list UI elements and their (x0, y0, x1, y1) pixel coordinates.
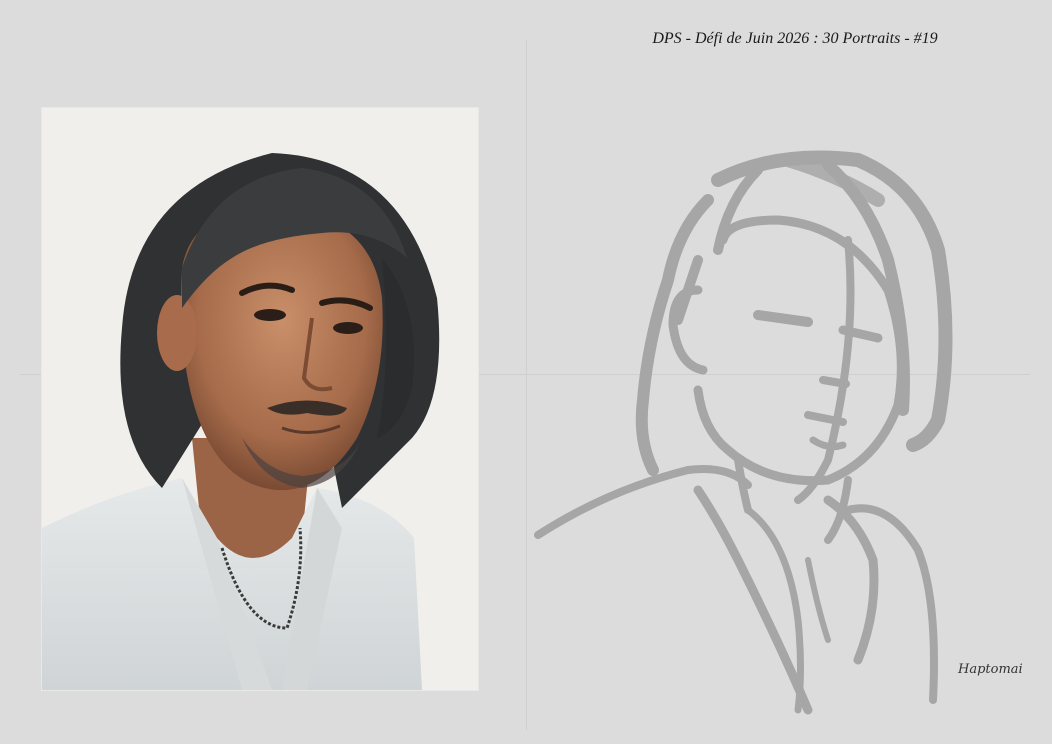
page-title: DPS - Défi de Juin 2026 : 30 Portraits -… (652, 30, 938, 47)
sketch-drawing (528, 140, 1028, 730)
portrait-sketch-icon (534, 150, 953, 715)
portrait-photo-icon (42, 108, 478, 690)
reference-photo (41, 107, 479, 691)
vertical-fold-line (526, 40, 527, 730)
page: DPS - Défi de Juin 2026 : 30 Portraits -… (0, 0, 1052, 744)
artist-signature: Haptomai (958, 662, 1023, 677)
